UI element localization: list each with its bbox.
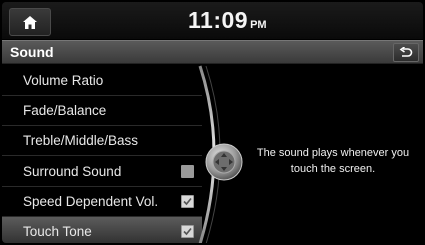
scroll-knob-icon (205, 143, 243, 181)
screen: 11:09 PM Sound Volume Ratio Fade/Balance… (2, 2, 423, 243)
title-bar: Sound (2, 40, 423, 64)
clock-time: 11:09 (188, 7, 249, 33)
sound-menu-list: Volume Ratio Fade/Balance Treble/Middle/… (2, 64, 202, 243)
menu-item-label: Fade/Balance (23, 103, 107, 118)
menu-item-label: Treble/Middle/Bass (23, 133, 139, 148)
menu-item-surround-sound[interactable]: Surround Sound (2, 157, 202, 187)
page-title: Sound (10, 44, 54, 60)
back-button[interactable] (393, 43, 419, 62)
surround-sound-checkbox[interactable] (181, 165, 194, 178)
home-icon (23, 15, 37, 29)
menu-item-speed-dependent-vol[interactable]: Speed Dependent Vol. (2, 187, 202, 217)
menu-item-label: Surround Sound (23, 164, 122, 179)
status-bar: 11:09 PM (2, 2, 423, 39)
menu-item-label: Speed Dependent Vol. (23, 194, 159, 209)
speed-dependent-vol-checkbox[interactable] (181, 195, 194, 208)
checkmark-icon (183, 227, 192, 236)
home-button[interactable] (9, 8, 51, 36)
scroll-knob[interactable] (204, 142, 244, 182)
touch-tone-checkbox[interactable] (181, 225, 194, 238)
menu-item-touch-tone[interactable]: Touch Tone (2, 217, 202, 243)
menu-item-volume-ratio[interactable]: Volume Ratio (2, 66, 202, 96)
checkmark-icon (183, 197, 192, 206)
clock-ampm: PM (250, 19, 267, 31)
menu-item-label: Volume Ratio (23, 73, 104, 88)
menu-item-label: Touch Tone (23, 224, 92, 239)
back-arrow-icon (399, 46, 413, 57)
menu-item-treble-middle-bass[interactable]: Treble/Middle/Bass (2, 126, 202, 156)
menu-item-fade-balance[interactable]: Fade/Balance (2, 96, 202, 126)
info-text: The sound plays whenever you touch the s… (256, 147, 410, 175)
clock: 11:09 PM (188, 7, 267, 35)
